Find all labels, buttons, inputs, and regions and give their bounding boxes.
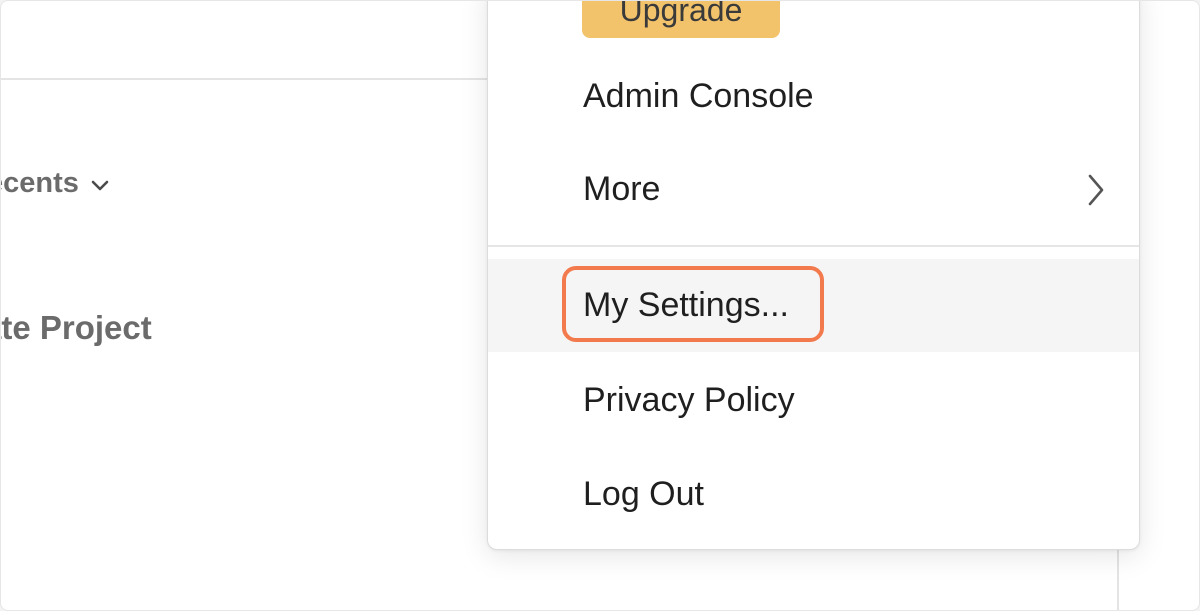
menu-item-log-out[interactable]: Log Out bbox=[488, 448, 1139, 541]
menu-divider bbox=[488, 245, 1139, 247]
create-project-label: ate Project bbox=[1, 309, 152, 346]
menu-item-label: Log Out bbox=[583, 475, 704, 513]
menu-item-admin-console[interactable]: Admin Console bbox=[488, 50, 1139, 143]
upgrade-button[interactable]: Upgrade bbox=[582, 1, 780, 38]
panel-divider bbox=[1117, 541, 1119, 610]
chevron-down-icon bbox=[91, 180, 109, 190]
create-project-button[interactable]: ate Project bbox=[1, 309, 152, 347]
app-window: ecents ate Project Upgrade Admin Console… bbox=[0, 0, 1200, 611]
account-menu: Upgrade Admin Console More My Settings..… bbox=[487, 1, 1140, 550]
menu-item-label: Privacy Policy bbox=[583, 381, 795, 419]
header-divider bbox=[1, 78, 521, 80]
menu-item-label: More bbox=[583, 170, 661, 208]
menu-item-my-settings[interactable]: My Settings... bbox=[488, 259, 1139, 352]
chevron-right-icon bbox=[1088, 174, 1104, 205]
menu-item-label: Admin Console bbox=[583, 77, 814, 115]
recents-dropdown[interactable]: ecents bbox=[1, 167, 111, 200]
recents-label: ecents bbox=[1, 167, 79, 199]
menu-item-label: My Settings... bbox=[583, 286, 789, 324]
menu-item-privacy-policy[interactable]: Privacy Policy bbox=[488, 354, 1139, 447]
menu-item-more[interactable]: More bbox=[488, 143, 1139, 236]
